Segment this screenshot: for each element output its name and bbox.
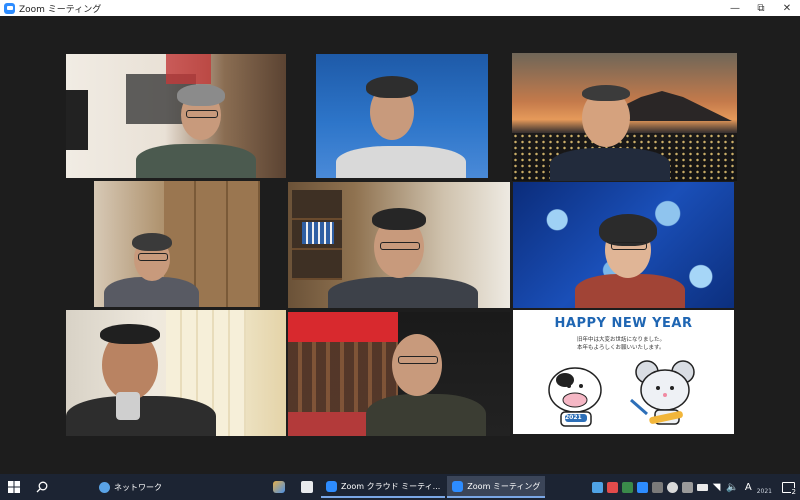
- notification-center-button[interactable]: 2: [776, 474, 800, 500]
- tray-zoom-icon[interactable]: [636, 481, 648, 493]
- zoom-cloud-meetings-taskbar-button[interactable]: Zoom クラウド ミーティ...: [321, 476, 446, 498]
- participant-video-tile[interactable]: [513, 182, 734, 308]
- volume-icon[interactable]: 🔈: [726, 482, 738, 493]
- system-tray: ◥ 🔈 A 2021 2: [590, 474, 800, 500]
- monitor-shape: [66, 90, 88, 150]
- person-hair: [100, 324, 160, 344]
- new-year-card-tile[interactable]: HAPPY NEW YEAR 旧年中は大変お世話になりました。 本年もよろしくお…: [513, 310, 734, 434]
- participant-video-tile[interactable]: [316, 54, 488, 178]
- minimize-button[interactable]: —: [722, 0, 748, 16]
- taskbar-app-label: Zoom クラウド ミーティ...: [341, 481, 441, 491]
- person-hair: [132, 233, 172, 251]
- notification-count: 2: [790, 488, 797, 496]
- windows-taskbar: ネットワーク Zoom クラウド ミーティ... Zoom ミーティング ◥ 🔈…: [0, 474, 800, 500]
- active-speaker-tile[interactable]: [512, 53, 737, 181]
- person-body: [136, 144, 256, 178]
- close-button[interactable]: ✕: [774, 0, 800, 16]
- participant-video-tile[interactable]: [288, 312, 510, 436]
- glasses-shape: [611, 242, 647, 250]
- glass-cup-shape: [116, 392, 140, 420]
- participant-video-tile[interactable]: [66, 54, 286, 178]
- person-body: [66, 396, 216, 436]
- taskbar-app-label: Zoom ミーティング: [467, 481, 541, 491]
- window-title: Zoom ミーティング: [19, 4, 102, 15]
- person-body: [575, 274, 685, 308]
- network-taskbar-button[interactable]: ネットワーク: [94, 476, 167, 498]
- card-message-line: 旧年中は大変お世話になりました。: [577, 337, 666, 343]
- app-icon: [273, 481, 285, 493]
- tray-app-icon[interactable]: [651, 481, 663, 493]
- tray-app-icon[interactable]: [606, 481, 618, 493]
- person-body: [366, 394, 486, 436]
- app-icon: [301, 481, 313, 493]
- person-body: [328, 277, 478, 308]
- glasses-shape: [138, 253, 168, 261]
- zoom-logo-icon: [4, 2, 15, 14]
- glasses-shape: [398, 356, 438, 364]
- clock[interactable]: 2021: [757, 488, 772, 495]
- glasses-shape: [380, 242, 420, 250]
- search-icon: [36, 481, 48, 493]
- taskbar-pinned-app[interactable]: [265, 474, 293, 500]
- person-body: [336, 146, 466, 178]
- zoom-app-icon: [452, 480, 464, 492]
- tray-app-icon[interactable]: [681, 481, 693, 493]
- person-hair: [366, 76, 418, 98]
- mouse-illustration-icon: [630, 360, 695, 425]
- person-head: [392, 334, 442, 396]
- tray-app-icon[interactable]: [591, 481, 603, 493]
- taskbar-pinned-app[interactable]: [293, 474, 321, 500]
- battery-icon[interactable]: [696, 483, 708, 491]
- card-message-line: 本年もよろしくお願いいたします。: [577, 345, 665, 351]
- gallery-view: HAPPY NEW YEAR 旧年中は大変お世話になりました。 本年もよろしくお…: [0, 16, 800, 474]
- zoom-meeting-taskbar-button[interactable]: Zoom ミーティング: [447, 476, 546, 498]
- wifi-icon[interactable]: ◥: [713, 482, 721, 493]
- network-icon: [99, 481, 110, 493]
- glasses-shape: [186, 110, 218, 118]
- books-shape: [302, 222, 334, 244]
- title-bar: Zoom ミーティング — ⧉ ✕: [0, 0, 800, 16]
- participant-video-tile[interactable]: [66, 310, 286, 436]
- person-body: [104, 277, 199, 307]
- poster-shape: [166, 54, 211, 84]
- cow-badge-label: 2021: [565, 414, 582, 421]
- zoom-app-icon: [326, 480, 337, 492]
- person-hair: [582, 85, 630, 101]
- participant-video-tile[interactable]: [288, 182, 510, 308]
- windows-logo-icon: [8, 481, 20, 493]
- ime-indicator[interactable]: A: [745, 482, 752, 493]
- window-controls: — ⧉ ✕: [722, 0, 800, 16]
- person-hair: [177, 84, 225, 106]
- network-label: ネットワーク: [114, 482, 162, 492]
- person-hair: [372, 208, 426, 230]
- tray-app-icon[interactable]: [621, 481, 633, 493]
- card-heading: HAPPY NEW YEAR: [554, 316, 693, 331]
- start-button[interactable]: [0, 474, 28, 500]
- card-message: 旧年中は大変お世話になりました。 本年もよろしくお願いいたします。: [577, 336, 665, 352]
- participant-video-tile[interactable]: [94, 181, 260, 307]
- maximize-button[interactable]: ⧉: [748, 0, 774, 16]
- search-button[interactable]: [28, 474, 56, 500]
- person-body: [550, 148, 670, 181]
- red-neon-shape: [288, 312, 398, 342]
- tray-app-icon[interactable]: [666, 481, 678, 493]
